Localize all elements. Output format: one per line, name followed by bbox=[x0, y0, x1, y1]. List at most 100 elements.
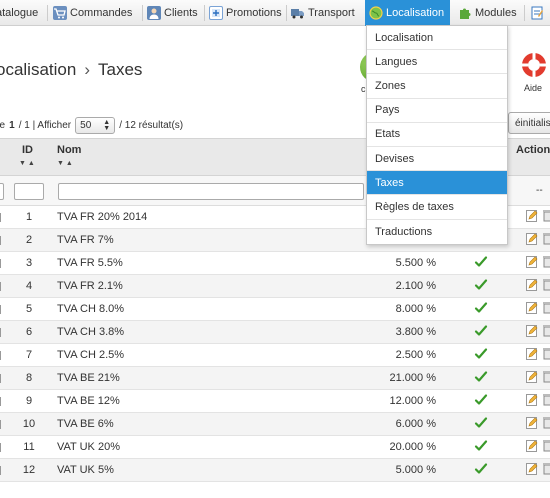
enabled-check-icon[interactable] bbox=[474, 462, 488, 476]
filter-actions-placeholder: -- bbox=[536, 185, 543, 196]
menu-item-zones[interactable]: Zones bbox=[367, 74, 507, 99]
edit-pencil-icon[interactable] bbox=[526, 324, 538, 337]
nav-commandes-label: Commandes bbox=[70, 7, 133, 19]
enabled-check-icon[interactable] bbox=[474, 439, 488, 453]
delete-icon[interactable] bbox=[543, 209, 550, 222]
select-arrows-icon: ▲ ▼ bbox=[103, 118, 111, 132]
row-checkbox[interactable] bbox=[0, 259, 1, 268]
menu-item-regles-de-taxes[interactable]: Règles de taxes bbox=[367, 195, 507, 220]
tax-id: 3 bbox=[25, 257, 33, 269]
enabled-check-icon[interactable] bbox=[474, 324, 488, 338]
nav-modules[interactable]: Modules bbox=[458, 0, 517, 26]
row-checkbox[interactable] bbox=[0, 397, 1, 406]
delete-icon[interactable] bbox=[543, 462, 550, 475]
reset-filter-button[interactable]: éinitialise bbox=[508, 112, 550, 134]
menu-item-localisation[interactable]: Localisation bbox=[367, 26, 507, 51]
delete-icon[interactable] bbox=[543, 416, 550, 429]
tax-id: 7 bbox=[25, 349, 33, 361]
tax-name: TVA BE 12% bbox=[57, 395, 120, 407]
enabled-check-icon[interactable] bbox=[474, 278, 488, 292]
edit-pencil-icon[interactable] bbox=[526, 370, 538, 383]
menu-item-taxes[interactable]: Taxes bbox=[367, 171, 507, 196]
enabled-check-icon[interactable] bbox=[474, 255, 488, 269]
nav-catalogue[interactable]: atalogue bbox=[0, 0, 38, 26]
row-checkbox[interactable] bbox=[0, 213, 1, 222]
enabled-check-icon[interactable] bbox=[474, 301, 488, 315]
menu-item-etats[interactable]: Etats bbox=[367, 123, 507, 147]
delete-icon[interactable] bbox=[543, 393, 550, 406]
table-row[interactable]: 12 VAT UK 5% 5.000 % bbox=[0, 459, 550, 482]
current-page: 1 bbox=[9, 120, 15, 131]
row-checkbox[interactable] bbox=[0, 351, 1, 360]
delete-icon[interactable] bbox=[543, 439, 550, 452]
enabled-check-icon[interactable] bbox=[474, 347, 488, 361]
tax-table-body: 1TVA FR 20% 201420.000 %2TVA FR 7%7.000 … bbox=[0, 206, 550, 482]
tax-id: 8 bbox=[25, 372, 33, 384]
nav-transport[interactable]: Transport bbox=[291, 0, 355, 26]
nav-commandes[interactable]: Commandes bbox=[53, 0, 132, 26]
menu-item-langues[interactable]: Langues bbox=[367, 50, 507, 75]
sort-id-icon[interactable]: ▼▲ bbox=[19, 160, 37, 167]
edit-pencil-icon[interactable] bbox=[526, 232, 538, 245]
table-row[interactable]: 7 TVA CH 2.5% 2.500 % bbox=[0, 344, 550, 367]
table-row[interactable]: 4 TVA FR 2.1% 2.100 % bbox=[0, 275, 550, 298]
delete-icon[interactable] bbox=[543, 324, 550, 337]
row-checkbox[interactable] bbox=[0, 466, 1, 475]
per-page-select[interactable]: 50 ▲ ▼ bbox=[75, 117, 116, 134]
tax-rate: 2.100 % bbox=[395, 280, 436, 292]
menu-item-traductions[interactable]: Traductions bbox=[367, 220, 507, 244]
nav-promotions[interactable]: Promotions bbox=[209, 0, 282, 26]
row-checkbox[interactable] bbox=[0, 374, 1, 383]
edit-pencil-icon[interactable] bbox=[526, 439, 538, 452]
nav-clients-label: Clients bbox=[164, 7, 198, 19]
lifebuoy-icon bbox=[522, 53, 546, 77]
table-row[interactable]: 11 VAT UK 20% 20.000 % bbox=[0, 436, 550, 459]
table-row[interactable]: 10 TVA BE 6% 6.000 % bbox=[0, 413, 550, 436]
delete-icon[interactable] bbox=[543, 347, 550, 360]
delete-icon[interactable] bbox=[543, 278, 550, 291]
delete-icon[interactable] bbox=[543, 301, 550, 314]
row-checkbox[interactable] bbox=[0, 420, 1, 429]
row-checkbox[interactable] bbox=[0, 236, 1, 245]
help-button[interactable] bbox=[519, 50, 549, 80]
table-row[interactable]: 9 TVA BE 12% 12.000 % bbox=[0, 390, 550, 413]
row-checkbox[interactable] bbox=[0, 328, 1, 337]
edit-pencil-icon[interactable] bbox=[526, 278, 538, 291]
localisation-dropdown-menu: Localisation Langues Zones Pays Etats De… bbox=[366, 25, 508, 245]
delete-icon[interactable] bbox=[543, 232, 550, 245]
nav-clients[interactable]: Clients bbox=[147, 0, 198, 26]
nav-more[interactable] bbox=[530, 0, 544, 26]
enabled-check-icon[interactable] bbox=[474, 393, 488, 407]
menu-item-pays[interactable]: Pays bbox=[367, 99, 507, 123]
table-row[interactable]: 5 TVA CH 8.0% 8.000 % bbox=[0, 298, 550, 321]
enabled-check-icon[interactable] bbox=[474, 370, 488, 384]
enabled-check-icon[interactable] bbox=[474, 416, 488, 430]
nav-localisation[interactable]: Localisation bbox=[365, 0, 451, 26]
table-row[interactable]: 8 TVA BE 21% 21.000 % bbox=[0, 367, 550, 390]
table-row[interactable]: 6 TVA CH 3.8% 3.800 % bbox=[0, 321, 550, 344]
breadcrumb-localisation[interactable]: ocalisation bbox=[0, 60, 76, 79]
results-count: / 12 résultat(s) bbox=[119, 120, 184, 131]
nav-divider bbox=[142, 5, 143, 21]
filter-id-input[interactable] bbox=[14, 183, 44, 200]
row-checkbox[interactable] bbox=[0, 443, 1, 452]
edit-pencil-icon[interactable] bbox=[526, 301, 538, 314]
edit-pencil-icon[interactable] bbox=[526, 393, 538, 406]
tax-id: 2 bbox=[25, 234, 33, 246]
tax-rate: 6.000 % bbox=[395, 418, 436, 430]
edit-pencil-icon[interactable] bbox=[526, 416, 538, 429]
row-checkbox[interactable] bbox=[0, 305, 1, 314]
row-checkbox[interactable] bbox=[0, 282, 1, 291]
edit-pencil-icon[interactable] bbox=[526, 347, 538, 360]
delete-icon[interactable] bbox=[543, 255, 550, 268]
edit-pencil-icon[interactable] bbox=[526, 209, 538, 222]
menu-item-devises[interactable]: Devises bbox=[367, 147, 507, 172]
sort-name-icon[interactable]: ▼▲ bbox=[57, 160, 75, 167]
delete-icon[interactable] bbox=[543, 370, 550, 383]
edit-pencil-icon[interactable] bbox=[526, 462, 538, 475]
table-row[interactable]: 3 TVA FR 5.5% 5.500 % bbox=[0, 252, 550, 275]
edit-pencil-icon[interactable] bbox=[526, 255, 538, 268]
filter-name-input[interactable] bbox=[58, 183, 364, 200]
tax-name: TVA FR 7% bbox=[57, 234, 114, 246]
filter-checkbox-cell[interactable] bbox=[0, 183, 4, 200]
